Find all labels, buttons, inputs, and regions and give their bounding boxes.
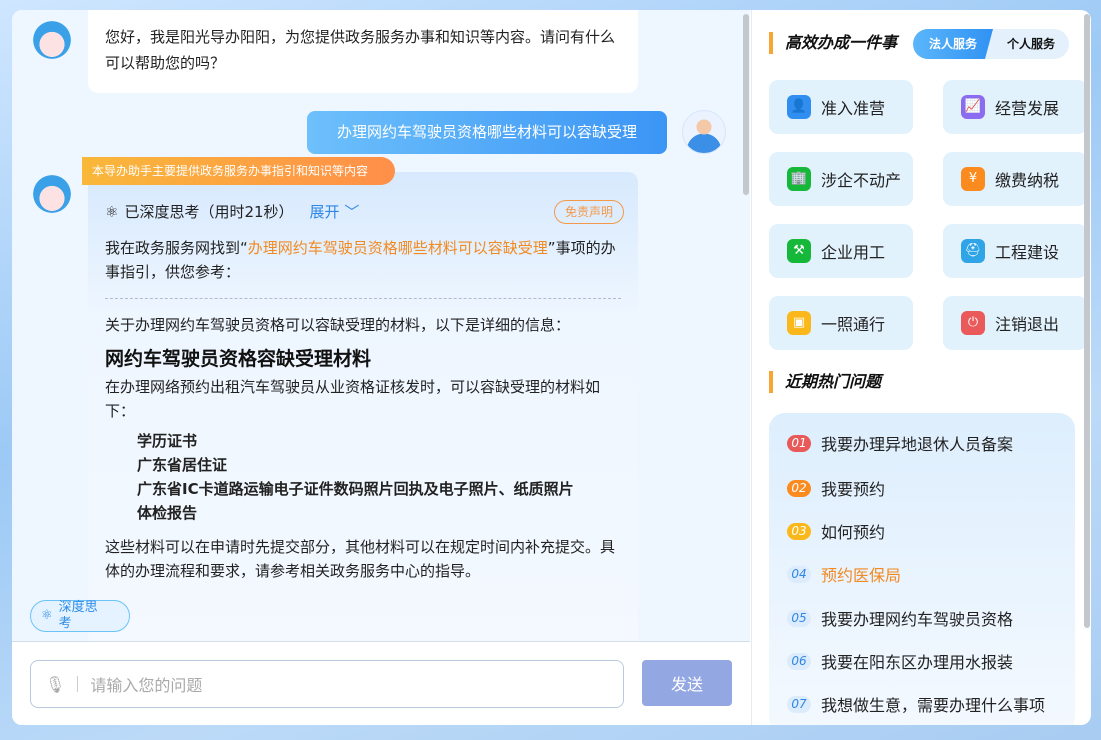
hot-question-item[interactable]: 03 如何预约 <box>787 519 885 543</box>
matter-link[interactable]: 办理网约车驾驶员资格哪些材料可以容缺受理 <box>248 239 548 257</box>
user-avatar <box>682 110 726 154</box>
rank-badge: 01 <box>787 435 811 452</box>
hot-question-label: 如何预约 <box>821 519 885 543</box>
hot-questions-list: 01 我要办理异地退休人员备案 02 我要预约 03 如何预约 04 预约医保局 05 我要办理网… <box>769 413 1075 725</box>
hot-question-item[interactable]: 01 我要办理异地退休人员备案 <box>787 431 1013 455</box>
input-separator <box>77 676 78 692</box>
hot-question-item[interactable]: 06 我要在阳东区办理用水报装 <box>787 649 1013 673</box>
answer-intro: 我在政务服务网找到“办理网约车驾驶员资格哪些材料可以容缺受理”事项的办事指引，供… <box>105 236 621 284</box>
service-tabs: 法人服务 个人服务 <box>913 29 1069 59</box>
think-status-text: 已深度思考（用时21秒） <box>124 200 293 224</box>
disclaimer-button[interactable]: 免责声明 <box>554 200 624 224</box>
service-icon: ¥ <box>961 167 985 191</box>
service-card[interactable]: ⚒ 企业用工 <box>769 224 913 278</box>
rank-badge: 03 <box>787 523 811 540</box>
intro-text: 我在政务服务网找到“ <box>105 239 248 257</box>
assistant-window: 您好，我是阳光导办阳阳，为您提供政务服务办事和知识等内容。请问有什么可以帮助您的… <box>12 10 1091 725</box>
hot-question-label: 预约医保局 <box>821 562 901 586</box>
send-button[interactable]: 发送 <box>642 660 732 706</box>
service-icon: 📈 <box>961 95 985 119</box>
answer-paragraph: 在办理网络预约出租汽车驾驶员从业资格证核发时，可以容缺受理的材料如下： <box>105 375 621 423</box>
bot-avatar <box>30 172 74 216</box>
hot-question-item[interactable]: 04 预约医保局 <box>787 562 901 586</box>
material-item: 体检报告 <box>137 501 621 525</box>
service-card[interactable]: 📈 经营发展 <box>943 80 1087 134</box>
deep-think-toggle[interactable]: ⚛ 深度思考 <box>30 600 130 632</box>
service-label: 缴费纳税 <box>995 167 1059 191</box>
answer-heading: 网约车驾驶员资格容缺受理材料 <box>105 347 621 371</box>
right-sidebar: 高效办成一件事 法人服务 个人服务 👤 准入准营 📈 经营发展 🏢 涉企不动产 ¥ 缴费纳税 ⚒… <box>751 10 1091 725</box>
chat-scrollbar[interactable] <box>743 14 749 195</box>
hot-question-item[interactable]: 07 我想做生意，需要办理什么事项 <box>787 692 1045 716</box>
service-label: 经营发展 <box>995 95 1059 119</box>
services-title: 高效办成一件事 <box>769 32 897 54</box>
material-item: 广东省居住证 <box>137 453 621 477</box>
service-label: 注销退出 <box>995 311 1059 335</box>
service-icon: ⚒ <box>787 239 811 263</box>
hot-question-item[interactable]: 05 我要办理网约车驾驶员资格 <box>787 606 1013 630</box>
answer-paragraph: 关于办理网约车驾驶员资格可以容缺受理的材料，以下是详细的信息： <box>105 313 621 337</box>
bot-greeting-bubble: 您好，我是阳光导办阳阳，为您提供政务服务办事和知识等内容。请问有什么可以帮助您的… <box>88 10 638 93</box>
hot-question-label: 我要在阳东区办理用水报装 <box>821 649 1013 673</box>
answer-paragraph: 这些材料可以在申请时先提交部分，其他材料可以在规定时间内补充提交。具体的办理流程… <box>105 535 621 583</box>
service-label: 准入准营 <box>821 95 885 119</box>
service-label: 企业用工 <box>821 239 885 263</box>
bot-greeting-text: 您好，我是阳光导办阳阳，为您提供政务服务办事和知识等内容。请问有什么可以帮助您的… <box>105 28 615 72</box>
chat-panel: 您好，我是阳光导办阳阳，为您提供政务服务办事和知识等内容。请问有什么可以帮助您的… <box>12 10 750 641</box>
expand-label: 展开 <box>310 203 340 221</box>
rank-badge: 02 <box>787 480 811 497</box>
rank-badge: 07 <box>787 696 811 713</box>
sidebar-scrollbar[interactable] <box>1084 14 1090 628</box>
service-card[interactable]: ⛑ 工程建设 <box>943 224 1087 278</box>
input-bar: 🎙 请输入您的问题 发送 <box>12 641 750 725</box>
divider <box>105 298 621 299</box>
service-card[interactable]: 🏢 涉企不动产 <box>769 152 913 206</box>
atom-icon: ⚛ <box>41 608 53 624</box>
service-card[interactable]: 👤 准入准营 <box>769 80 913 134</box>
input-placeholder: 请输入您的问题 <box>90 672 202 696</box>
assistant-scope-banner: 本导办助手主要提供政务服务办事指引和知识等内容 <box>82 157 395 185</box>
hot-question-item[interactable]: 02 我要预约 <box>787 476 885 500</box>
deep-think-label: 深度思考 <box>59 600 103 632</box>
service-card[interactable]: ▣ 一照通行 <box>769 296 913 350</box>
hot-questions-title: 近期热门问题 <box>769 371 881 393</box>
rank-badge: 05 <box>787 610 811 627</box>
user-message-bubble: 办理网约车驾驶员资格哪些材料可以容缺受理 <box>307 111 667 154</box>
material-item: 学历证书 <box>137 429 621 453</box>
hot-question-label: 我要办理网约车驾驶员资格 <box>821 606 1013 630</box>
service-icon: ▣ <box>787 311 811 335</box>
service-icon: ⛑ <box>961 239 985 263</box>
deep-think-status: ⚛ 已深度思考（用时21秒） 展开 ﹀ <box>105 200 621 224</box>
service-icon: ⏻ <box>961 311 985 335</box>
rank-badge: 06 <box>787 653 811 670</box>
materials-list: 学历证书 广东省居住证 广东省IC卡道路运输电子证件数码照片回执及电子照片、纸质… <box>105 429 621 525</box>
bot-answer-bubble: ⚛ 已深度思考（用时21秒） 展开 ﹀ 免责声明 我在政务服务网找到“办理网约车… <box>88 172 638 641</box>
service-icon: 🏢 <box>787 167 811 191</box>
hot-question-label: 我要办理异地退休人员备案 <box>821 431 1013 455</box>
rank-badge: 04 <box>787 566 811 583</box>
service-label: 一照通行 <box>821 311 885 335</box>
service-card[interactable]: ⏻ 注销退出 <box>943 296 1087 350</box>
atom-icon: ⚛ <box>105 200 118 224</box>
microphone-icon[interactable]: 🎙 <box>45 675 65 694</box>
question-input[interactable]: 🎙 请输入您的问题 <box>30 660 624 708</box>
tab-individual[interactable]: 个人服务 <box>993 29 1069 59</box>
hot-question-label: 我想做生意，需要办理什么事项 <box>821 692 1045 716</box>
bot-avatar <box>30 18 74 62</box>
material-item: 广东省IC卡道路运输电子证件数码照片回执及电子照片、纸质照片 <box>137 477 621 501</box>
tab-legal-person[interactable]: 法人服务 <box>913 29 993 59</box>
service-card[interactable]: ¥ 缴费纳税 <box>943 152 1087 206</box>
chevron-down-icon: ﹀ <box>344 203 359 221</box>
service-icon: 👤 <box>787 95 811 119</box>
service-label: 涉企不动产 <box>821 167 901 191</box>
hot-question-label: 我要预约 <box>821 476 885 500</box>
expand-button[interactable]: 展开 ﹀ <box>310 200 360 224</box>
service-label: 工程建设 <box>995 239 1059 263</box>
